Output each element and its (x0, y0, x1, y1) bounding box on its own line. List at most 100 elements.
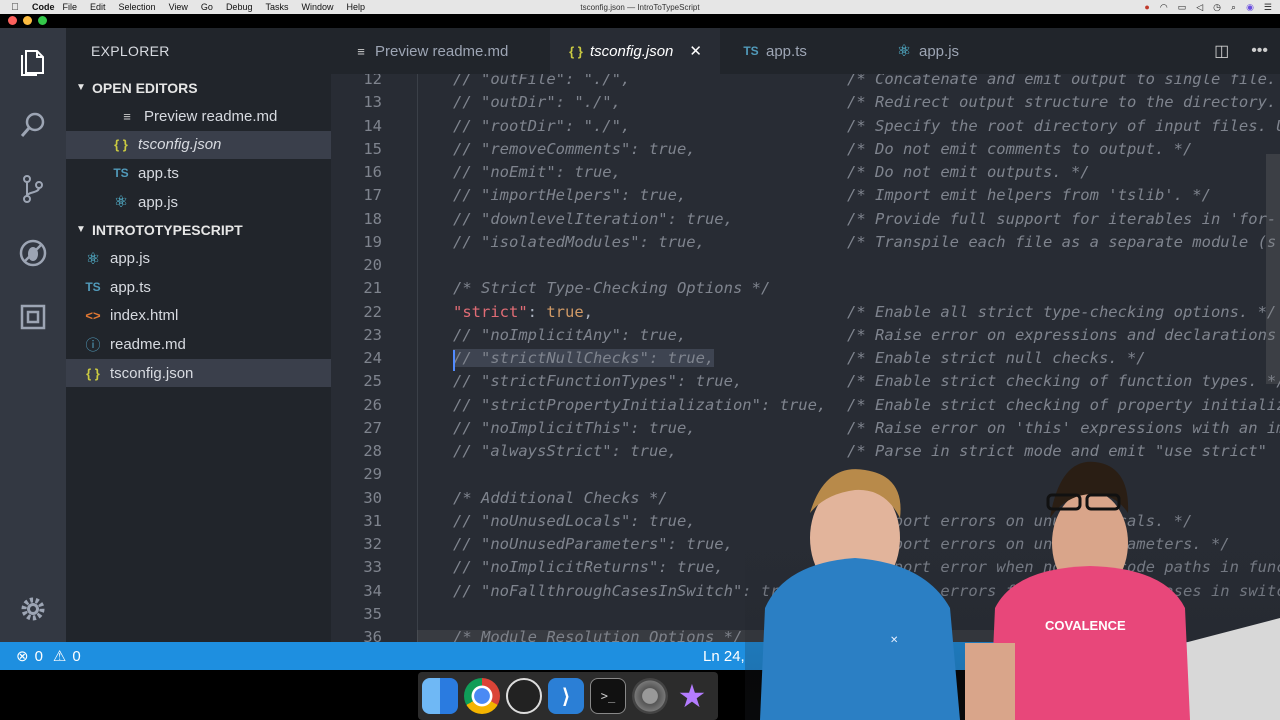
activity-bar (0, 16, 66, 642)
close-tab-icon[interactable]: ✕ (689, 42, 702, 60)
explorer-icon[interactable] (0, 36, 66, 86)
line-number: 26 (363, 395, 382, 414)
file-item-app-js[interactable]: ⚛ app.js (66, 244, 331, 273)
split-editor-icon[interactable]: ◫ (1214, 41, 1229, 61)
spotlight-icon[interactable]: ⌕ (1231, 2, 1236, 13)
problems-indicator[interactable]: ⊗ 0 ⚠ 0 (16, 647, 81, 666)
webcam-overlay: ✕ COVALENCE (745, 458, 1280, 720)
error-count: 0 (34, 647, 43, 665)
menu-edit[interactable]: Edit (90, 2, 106, 12)
chrome-icon[interactable] (464, 678, 500, 714)
inline-comment: /* Enable strict checking of property in… (847, 395, 1280, 414)
imovie-icon[interactable]: ★ (674, 678, 710, 714)
code-text: // "outFile": "./", (453, 74, 631, 88)
source-control-icon[interactable] (0, 164, 66, 214)
vertical-scrollbar[interactable] (1266, 154, 1280, 384)
line-number: 19 (363, 232, 382, 251)
open-editor-item-app-ts[interactable]: TS app.ts (66, 159, 331, 188)
preview-icon: ≡ (357, 43, 365, 59)
debug-icon[interactable] (0, 228, 66, 278)
search-icon[interactable] (0, 100, 66, 150)
code-line: 27 // "noImplicitThis": true, /* Raise err… (331, 419, 1280, 442)
code-token: true (546, 302, 584, 321)
tab-tsconfig[interactable]: { } tsconfig.json ✕ (550, 28, 720, 74)
code-text: // "noUnusedParameters": true, (453, 535, 733, 553)
menu-view[interactable]: View (169, 2, 188, 12)
json-icon: { } (114, 137, 128, 153)
file-item-tsconfig-json[interactable]: { } tsconfig.json (66, 358, 331, 388)
volume-icon[interactable]: ◁ (1196, 2, 1203, 13)
code-text: // "isolatedModules": true, (453, 232, 705, 251)
menu-file[interactable]: File (63, 2, 78, 12)
tab-app-js[interactable]: ⚛ app.js (875, 28, 1031, 74)
siri-icon[interactable]: ◉ (1246, 2, 1254, 13)
macos-menubar:  Code File Edit Selection View Go Debug… (0, 0, 1280, 14)
code-line: 18 // "downlevelIteration": true, /* Provi… (331, 210, 1280, 233)
extensions-icon[interactable] (0, 292, 66, 342)
code-line: 12 // "outFile": "./", /* Concatenate and … (331, 74, 1280, 93)
zoom-window-button[interactable] (38, 16, 47, 25)
open-editors-title: OPEN EDITORS (92, 80, 198, 96)
record-icon[interactable]: ● (1144, 2, 1149, 12)
menu-help[interactable]: Help (347, 2, 366, 12)
inline-comment: /* Import emit helpers from 'tslib'. */ (847, 186, 1211, 205)
code-line: 20 (331, 256, 1280, 279)
more-actions-icon[interactable]: ••• (1251, 42, 1268, 60)
inline-comment: /* Transpile each file as a separate mod… (847, 232, 1277, 251)
open-editor-label: tsconfig.json (138, 136, 222, 154)
code-line: 21 /* Strict Type-Checking Options */ (331, 279, 1280, 302)
airplay-icon[interactable]: ▭ (1178, 2, 1187, 13)
obs-icon[interactable] (506, 678, 542, 714)
apple-menu-icon[interactable]:  (6, 2, 24, 13)
cursor-position[interactable]: Ln 24, (703, 648, 745, 665)
notification-center-icon[interactable]: ☰ (1264, 2, 1272, 13)
open-editor-item-app-js[interactable]: ⚛ app.js (66, 188, 331, 217)
line-number: 12 (363, 74, 382, 88)
terminal-icon[interactable]: >_ (590, 678, 626, 714)
menu-go[interactable]: Go (201, 2, 213, 12)
clock-icon[interactable]: ◷ (1213, 2, 1221, 13)
vscode-icon[interactable]: ⟩ (548, 678, 584, 714)
file-item-app-ts[interactable]: TS app.ts (66, 273, 331, 302)
menu-tasks[interactable]: Tasks (265, 2, 288, 12)
info-icon: ⓘ (85, 336, 101, 354)
file-item-index-html[interactable]: <> index.html (66, 302, 331, 331)
menu-window[interactable]: Window (301, 2, 333, 12)
tab-app-ts[interactable]: TS app.ts (720, 28, 875, 74)
settings-gear-icon[interactable] (0, 584, 66, 634)
inline-comment: /* Specify the root directory of input f… (847, 116, 1280, 135)
inline-comment: /* Enable all strict type-checking optio… (847, 302, 1277, 321)
code-text: // "importHelpers": true, (453, 186, 687, 205)
finder-icon[interactable] (422, 678, 458, 714)
line-number: 29 (363, 465, 382, 484)
ts-icon: TS (743, 44, 759, 58)
minimize-window-button[interactable] (23, 16, 32, 25)
code-token: : (527, 302, 547, 321)
inline-comment: /* Do not emit outputs. */ (847, 163, 1090, 181)
menu-app-name[interactable]: Code (32, 2, 55, 12)
wifi-icon[interactable]: ◠ (1160, 2, 1168, 13)
react-icon: ⚛ (896, 43, 912, 60)
tab-preview-readme[interactable]: ≡ Preview readme.md (331, 28, 550, 74)
open-editors-section[interactable]: ▼ OPEN EDITORS (66, 74, 331, 102)
project-section[interactable]: ▼ INTROTOTYPESCRIPT (66, 216, 331, 244)
code-line: 15 // "removeComments": true, /* Do not em… (331, 140, 1280, 163)
inline-comment: /* Provide full support for iterables in… (847, 209, 1277, 228)
code-text: // "noEmit": true, (453, 163, 621, 181)
open-editor-item-preview-readme[interactable]: ≡ Preview readme.md (66, 102, 331, 131)
code-text: // "alwaysStrict": true, (453, 442, 677, 460)
close-window-button[interactable] (8, 16, 17, 25)
shirt-logo-left: ✕ (890, 635, 898, 646)
code-text: // "strictNullChecks": true, (453, 349, 715, 367)
react-icon: ⚛ (85, 250, 101, 268)
line-number: 32 (363, 535, 382, 553)
line-number: 28 (363, 442, 382, 460)
menu-selection[interactable]: Selection (119, 2, 156, 12)
line-number: 30 (363, 488, 382, 507)
html-icon: <> (85, 308, 101, 324)
file-item-readme-md[interactable]: ⓘ readme.md (66, 330, 331, 359)
system-preferences-icon[interactable] (632, 678, 668, 714)
project-title: INTROTOTYPESCRIPT (92, 222, 243, 239)
menu-debug[interactable]: Debug (226, 2, 253, 12)
open-editor-item-tsconfig[interactable]: { } tsconfig.json (66, 130, 331, 160)
